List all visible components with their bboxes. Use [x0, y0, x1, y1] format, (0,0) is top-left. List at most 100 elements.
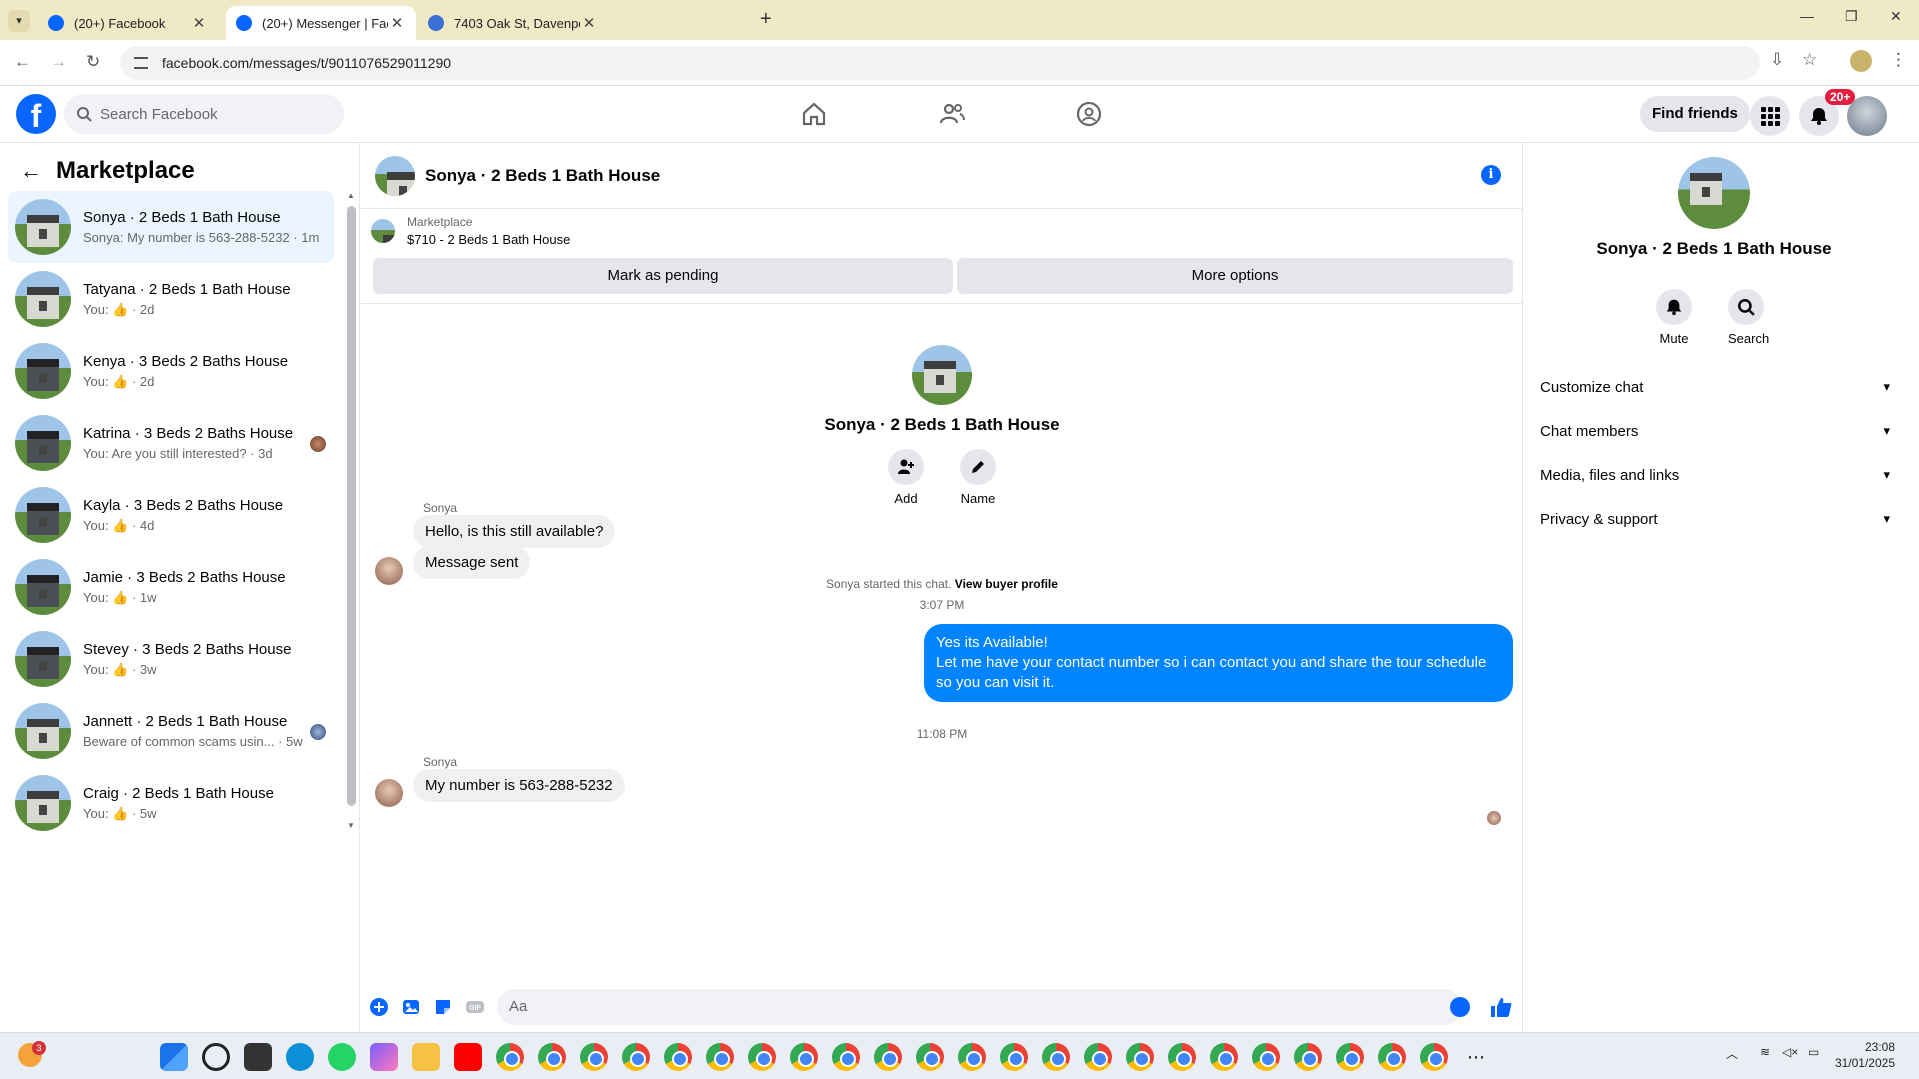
close-tab-icon[interactable]: ✕ — [388, 14, 406, 32]
chrome-icon[interactable] — [706, 1043, 734, 1071]
back-arrow-icon[interactable]: ← — [20, 158, 42, 184]
chrome-icon[interactable] — [1084, 1043, 1112, 1071]
chrome-icon[interactable] — [790, 1043, 818, 1071]
sender-avatar[interactable] — [375, 557, 403, 585]
gif-icon[interactable]: GIF — [465, 997, 485, 1017]
search-icon[interactable] — [202, 1043, 230, 1071]
volume-muted-icon[interactable]: ◁× — [1782, 1045, 1798, 1059]
chrome-icon[interactable] — [580, 1043, 608, 1071]
friends-icon[interactable] — [938, 100, 966, 128]
chrome-icon[interactable] — [1420, 1043, 1448, 1071]
browser-tab[interactable]: 7403 Oak St, Davenport, IA 528 ✕ — [418, 6, 608, 40]
sticker-icon[interactable] — [433, 997, 453, 1017]
system-clock[interactable]: 23:08 31/01/2025 — [1835, 1039, 1895, 1071]
minimize-icon[interactable]: — — [1800, 8, 1814, 24]
reload-icon[interactable]: ↻ — [86, 52, 100, 72]
back-icon[interactable]: ← — [14, 52, 31, 72]
emoji-icon[interactable] — [1450, 997, 1470, 1017]
search-facebook-input[interactable]: Search Facebook — [64, 94, 344, 134]
conversation-item[interactable]: Jannett · 2 Beds 1 Bath House Beware of c… — [8, 695, 334, 767]
url-field[interactable]: facebook.com/messages/t/9011076529011290 — [120, 46, 1760, 80]
groups-icon[interactable] — [1075, 100, 1103, 128]
name-chat-button[interactable]: Name — [960, 449, 996, 506]
chrome-icon[interactable] — [538, 1043, 566, 1071]
close-tab-icon[interactable]: ✕ — [580, 14, 598, 32]
conversation-scrollbar[interactable]: ▲ ▼ — [346, 191, 356, 831]
bookmark-star-icon[interactable]: ☆ — [1802, 50, 1817, 70]
chrome-icon[interactable] — [916, 1043, 944, 1071]
chrome-icon[interactable] — [1294, 1043, 1322, 1071]
photo-icon[interactable] — [401, 997, 421, 1017]
chat-title[interactable]: Sonya · 2 Beds 1 Bath House — [425, 166, 660, 186]
chrome-icon[interactable] — [622, 1043, 650, 1071]
scrollbar-thumb[interactable] — [347, 206, 356, 806]
view-buyer-profile-link[interactable]: View buyer profile — [955, 577, 1058, 591]
home-icon[interactable] — [800, 100, 828, 128]
incoming-message[interactable]: My number is 563-288-5232 — [413, 769, 625, 802]
customize-chat-section[interactable]: Customize chat ▾ — [1540, 365, 1890, 409]
chrome-icon[interactable] — [1168, 1043, 1196, 1071]
outgoing-message[interactable]: Yes its Available! Let me have your cont… — [924, 624, 1513, 702]
conversation-item[interactable]: Kayla · 3 Beds 2 Baths House You: 👍 · 4d — [8, 479, 334, 551]
conversation-item[interactable]: Jamie · 3 Beds 2 Baths House You: 👍 · 1w — [8, 551, 334, 623]
mark-as-pending-button[interactable]: Mark as pending — [373, 258, 953, 294]
start-icon[interactable] — [160, 1043, 188, 1071]
chrome-icon[interactable] — [874, 1043, 902, 1071]
tab-search-icon[interactable]: ▾ — [8, 10, 30, 32]
media-files-links-section[interactable]: Media, files and links ▾ — [1540, 453, 1890, 497]
chat-members-section[interactable]: Chat members ▾ — [1540, 409, 1890, 453]
copilot-icon[interactable] — [370, 1043, 398, 1071]
add-people-button[interactable]: Add — [888, 449, 924, 506]
site-info-icon[interactable] — [134, 57, 148, 69]
info-icon[interactable]: i — [1481, 165, 1501, 185]
youtube-icon[interactable] — [454, 1043, 482, 1071]
thumbs-up-icon[interactable] — [1489, 995, 1513, 1019]
chrome-icon[interactable] — [664, 1043, 692, 1071]
chrome-icon[interactable] — [832, 1043, 860, 1071]
restore-icon[interactable]: ❐ — [1845, 8, 1858, 25]
conversation-item[interactable]: Craig · 2 Beds 1 Bath House You: 👍 · 5w — [8, 767, 334, 839]
account-avatar[interactable] — [1847, 96, 1887, 136]
kebab-menu-icon[interactable]: ⋮ — [1890, 50, 1907, 70]
whatsapp-icon[interactable] — [328, 1043, 356, 1071]
chrome-icon[interactable] — [748, 1043, 776, 1071]
conversation-item[interactable]: Sonya · 2 Beds 1 Bath House Sonya: My num… — [8, 191, 334, 263]
chrome-icon[interactable] — [1252, 1043, 1280, 1071]
scroll-up-icon[interactable]: ▲ — [347, 191, 355, 200]
edge-icon[interactable] — [286, 1043, 314, 1071]
profile-icon[interactable] — [1850, 50, 1872, 72]
listing-thumbnail[interactable] — [371, 219, 395, 243]
chrome-icon[interactable] — [496, 1043, 524, 1071]
conversation-item[interactable]: Katrina · 3 Beds 2 Baths House You: Are y… — [8, 407, 334, 479]
chrome-icon[interactable] — [1336, 1043, 1364, 1071]
search-in-chat-button[interactable]: Search — [1728, 289, 1769, 346]
plus-circle-icon[interactable] — [369, 997, 389, 1017]
close-tab-icon[interactable]: ✕ — [190, 14, 208, 32]
chat-avatar[interactable] — [375, 155, 415, 196]
task-view-icon[interactable] — [244, 1043, 272, 1071]
facebook-logo-icon[interactable]: f — [16, 94, 56, 134]
incoming-message[interactable]: Hello, is this still available? — [413, 515, 616, 548]
browser-tab[interactable]: (20+) Facebook ✕ — [38, 6, 218, 40]
incoming-message[interactable]: Message sent — [413, 546, 531, 579]
chrome-icon[interactable] — [1210, 1043, 1238, 1071]
close-window-icon[interactable]: ✕ — [1890, 8, 1902, 25]
chrome-icon[interactable] — [1000, 1043, 1028, 1071]
mute-button[interactable]: Mute — [1656, 289, 1692, 346]
battery-icon[interactable]: ▭ — [1808, 1045, 1819, 1059]
scroll-down-icon[interactable]: ▼ — [347, 821, 355, 830]
more-apps-icon[interactable]: ⋯ — [1462, 1043, 1490, 1071]
install-app-icon[interactable]: ⇩ — [1770, 50, 1784, 70]
conversation-item[interactable]: Stevey · 3 Beds 2 Baths House You: 👍 · 3w — [8, 623, 334, 695]
tray-chevron-icon[interactable]: ︿ — [1726, 1045, 1738, 1062]
forward-icon[interactable]: → — [50, 52, 67, 72]
chrome-icon[interactable] — [958, 1043, 986, 1071]
privacy-support-section[interactable]: Privacy & support ▾ — [1540, 497, 1890, 541]
browser-tab-active[interactable]: (20+) Messenger | Facebook ✕ — [226, 6, 416, 40]
new-tab-button[interactable]: + — [760, 8, 772, 31]
chrome-icon[interactable] — [1378, 1043, 1406, 1071]
wifi-icon[interactable]: ≋ — [1760, 1045, 1770, 1059]
conversation-item[interactable]: Tatyana · 2 Beds 1 Bath House You: 👍 · 2d — [8, 263, 334, 335]
message-input[interactable]: Aa — [497, 989, 1462, 1025]
chrome-icon[interactable] — [1126, 1043, 1154, 1071]
